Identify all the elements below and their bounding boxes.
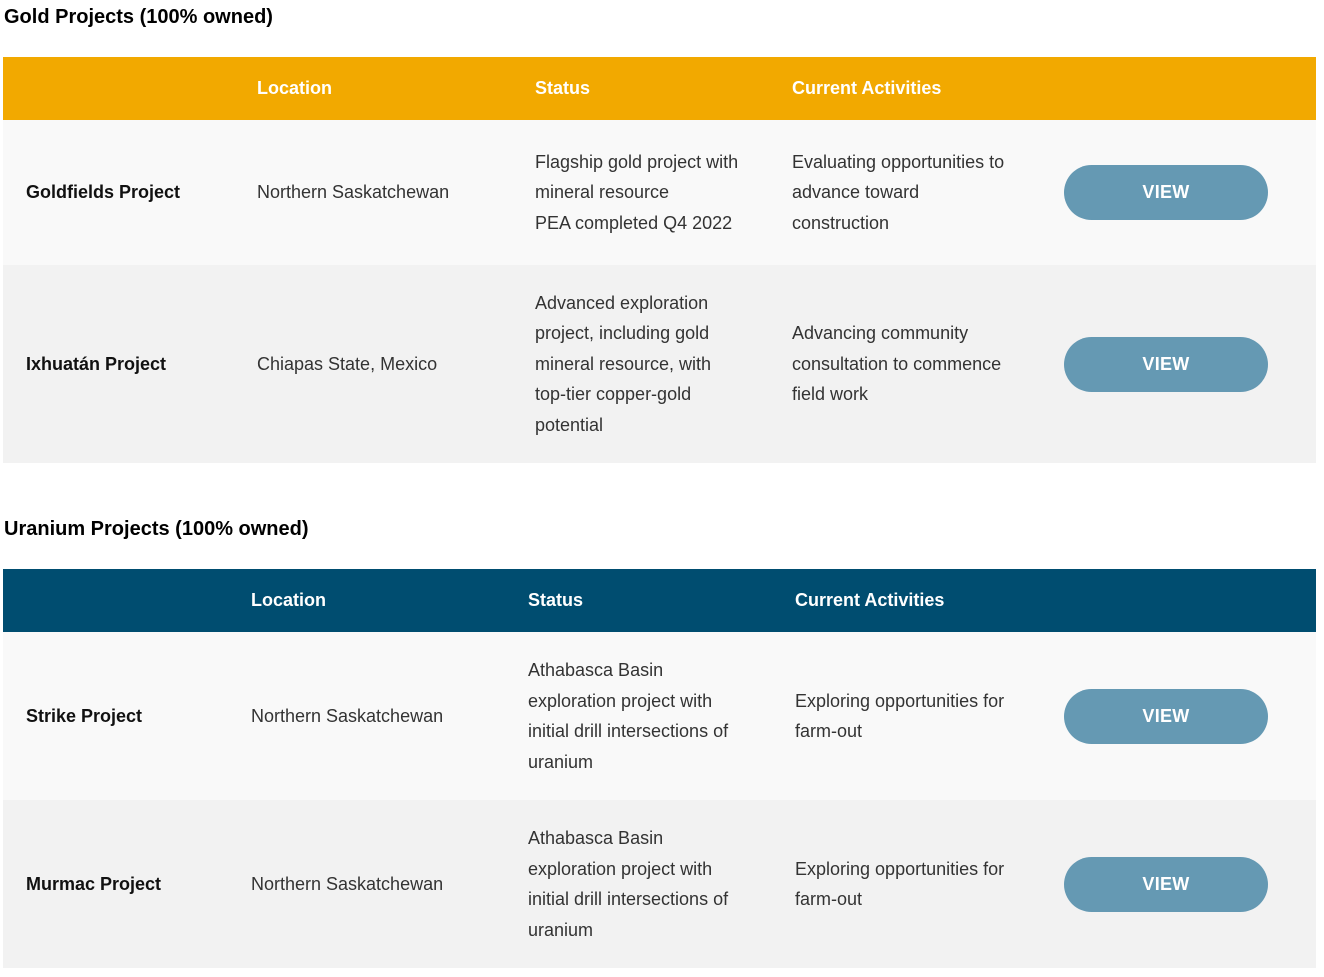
project-status: Advanced exploration project, including … xyxy=(535,265,792,463)
project-name: Ixhuatán Project xyxy=(26,353,167,374)
view-ixhuatan-button[interactable]: VIEW xyxy=(1064,336,1268,392)
status-line: initial drill intersections of xyxy=(528,889,729,909)
status-line: Advanced exploration xyxy=(535,292,709,313)
project-status: Athabasca Basin exploration project with… xyxy=(528,800,795,968)
status-line: Flagship gold project with xyxy=(535,151,739,172)
activities-line: farm-out xyxy=(795,889,863,909)
project-name: Goldfields Project xyxy=(26,182,181,203)
gold-header-status: Status xyxy=(535,78,591,98)
activities-line: advance toward xyxy=(792,182,920,203)
activities-line: Exploring opportunities for xyxy=(795,858,1005,879)
project-location: Northern Saskatchewan xyxy=(257,182,450,203)
project-status: Athabasca Basin exploration project with… xyxy=(528,632,795,800)
uranium-table-header: Location Status Current Activities xyxy=(3,569,1316,632)
view-goldfields-button[interactable]: VIEW xyxy=(1064,165,1268,220)
project-activities: Advancing community consultation to comm… xyxy=(792,265,1064,463)
uranium-section-title: Uranium Projects (100% owned) xyxy=(4,518,309,540)
project-activities: Exploring opportunities for farm-out xyxy=(795,632,1064,800)
action-cell: VIEW xyxy=(1064,800,1316,968)
activities-line: field work xyxy=(792,384,869,405)
status-line: project, including gold xyxy=(535,323,710,344)
uranium-header-action xyxy=(1064,569,1316,632)
gold-table-header: Location Status Current Activities xyxy=(3,57,1316,120)
view-strike-button[interactable]: VIEW xyxy=(1064,688,1268,744)
status-line: uranium xyxy=(528,751,594,772)
status-line: Athabasca Basin xyxy=(528,660,664,680)
status-line: PEA completed Q4 2022 xyxy=(535,212,733,233)
uranium-header-location: Location xyxy=(251,590,326,610)
gold-header-activities: Current Activities xyxy=(792,78,942,98)
status-line: exploration project with xyxy=(528,690,713,711)
project-location: Northern Saskatchewan xyxy=(251,705,444,726)
gold-header-location: Location xyxy=(257,78,332,98)
table-row: Murmac Project Northern Saskatchewan Ath… xyxy=(3,800,1316,968)
activities-line: construction xyxy=(792,212,890,233)
gold-projects-table: Location Status Current Activities Goldf… xyxy=(3,57,1316,463)
status-line: initial drill intersections of xyxy=(528,721,729,741)
gold-section-title: Gold Projects (100% owned) xyxy=(4,6,273,28)
status-line: mineral resource, with xyxy=(535,353,712,374)
table-row: Strike Project Northern Saskatchewan Ath… xyxy=(3,632,1316,800)
table-row: Ixhuatán Project Chiapas State, Mexico A… xyxy=(3,265,1316,463)
status-line: exploration project with xyxy=(528,858,713,879)
status-line: mineral resource xyxy=(535,182,670,203)
view-murmac-button[interactable]: VIEW xyxy=(1064,856,1268,912)
project-location: Chiapas State, Mexico xyxy=(257,353,438,374)
action-cell: VIEW xyxy=(1064,120,1316,265)
uranium-header-activities: Current Activities xyxy=(795,590,945,610)
status-line: top-tier copper-gold xyxy=(535,384,692,405)
status-line: Athabasca Basin xyxy=(528,828,664,848)
project-activities: Exploring opportunities for farm-out xyxy=(795,800,1064,968)
action-cell: VIEW xyxy=(1064,265,1316,463)
gold-header-action xyxy=(1064,57,1316,120)
activities-line: Exploring opportunities for xyxy=(795,690,1005,711)
uranium-projects-table: Location Status Current Activities Strik… xyxy=(3,569,1316,968)
uranium-header-status: Status xyxy=(528,590,584,610)
project-location: Northern Saskatchewan xyxy=(251,873,444,894)
table-row: Goldfields Project Northern Saskatchewan… xyxy=(3,120,1316,265)
project-name: Murmac Project xyxy=(26,873,162,894)
gold-header-name xyxy=(3,57,257,120)
activities-line: consultation to commence xyxy=(792,353,1002,374)
activities-line: farm-out xyxy=(795,721,863,741)
project-activities: Evaluating opportunities to advance towa… xyxy=(792,120,1064,265)
activities-line: Advancing community xyxy=(792,323,969,344)
action-cell: VIEW xyxy=(1064,632,1316,800)
status-line: uranium xyxy=(528,919,594,940)
status-line: potential xyxy=(535,414,604,435)
uranium-header-name xyxy=(3,569,251,632)
activities-line: Evaluating opportunities to xyxy=(792,151,1005,172)
project-status: Flagship gold project with mineral resou… xyxy=(535,120,792,265)
project-name: Strike Project xyxy=(26,705,143,726)
